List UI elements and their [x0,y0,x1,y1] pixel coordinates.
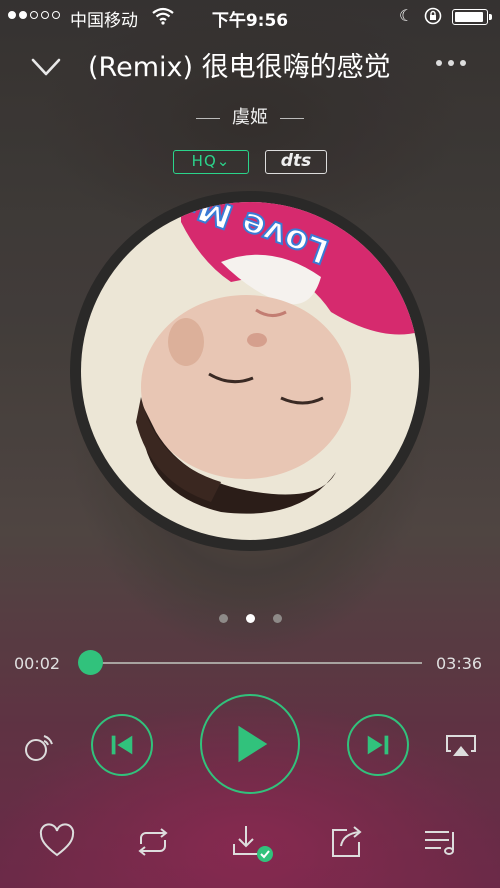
status-bar: 中国移动 下午9:56 ☾ [0,0,500,34]
cast-icon[interactable] [22,730,56,764]
playlist-icon[interactable] [421,822,461,862]
heart-icon[interactable] [37,822,77,862]
page-indicator [219,614,282,623]
divider [196,117,220,119]
rotation-lock-icon [424,7,442,25]
battery-icon [452,9,492,25]
progress-knob[interactable] [78,650,103,675]
page-dot-active[interactable] [246,614,255,623]
album-art[interactable]: Love Music [81,202,419,540]
artist-name[interactable]: 虞姬 [232,107,268,128]
progress-track[interactable] [91,662,422,664]
total-time: 03:36 [436,654,483,673]
collapse-chevron-down-icon[interactable] [28,50,64,84]
artist-row: 虞姬 [0,103,500,129]
airplay-icon[interactable] [444,733,478,759]
previous-icon [111,735,133,755]
quality-hq-button[interactable]: HQ⌄ [173,150,249,174]
share-icon[interactable] [327,822,367,862]
dts-button[interactable]: dts [265,150,327,174]
current-time: 00:02 [14,654,61,673]
more-options-icon[interactable] [436,60,472,74]
previous-button[interactable] [91,714,153,776]
play-button[interactable] [200,694,300,794]
repeat-icon[interactable] [133,822,173,862]
divider [280,117,304,119]
download-icon[interactable] [228,822,276,866]
album-art-image: Love Music [81,202,419,540]
next-button[interactable] [347,714,409,776]
page-dot[interactable] [219,614,228,623]
song-title: (Remix) 很电很嗨的感觉 [88,52,391,83]
next-icon [367,735,389,755]
page-dot[interactable] [273,614,282,623]
moon-icon: ☾ [399,6,414,25]
play-icon [238,725,268,763]
